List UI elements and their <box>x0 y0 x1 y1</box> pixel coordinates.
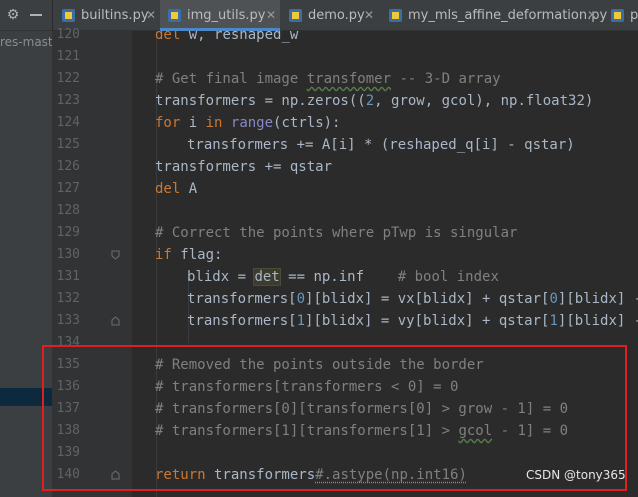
fold-marker-icon[interactable] <box>111 470 120 480</box>
close-icon[interactable]: ✕ <box>146 0 156 31</box>
gear-icon[interactable]: ⚙ <box>4 6 22 24</box>
line-number: 131 <box>56 269 80 284</box>
line-number: 122 <box>56 71 80 86</box>
highlighted-identifier: det <box>253 268 281 286</box>
line-number: 129 <box>56 225 80 240</box>
project-panel: res-mast <box>0 31 53 497</box>
tab-label: builtins.py <box>81 8 149 23</box>
close-icon[interactable]: ✕ <box>587 0 597 31</box>
close-icon[interactable]: ✕ <box>266 0 276 31</box>
fold-marker-icon[interactable] <box>111 250 120 260</box>
python-file-icon <box>62 9 75 22</box>
line-number: 125 <box>56 137 80 152</box>
close-icon[interactable]: ✕ <box>364 0 374 31</box>
python-file-icon <box>289 9 302 22</box>
code-line-140: return transformers#.astype(np.int16) <box>155 467 467 483</box>
line-number: 128 <box>56 203 80 218</box>
code-line-124: for i in range(ctrls): <box>155 115 341 131</box>
line-number: 133 <box>56 313 80 328</box>
code-line-120: del w, reshaped_w <box>155 31 299 43</box>
tab-label: demo.py <box>308 8 365 23</box>
line-number: 127 <box>56 181 80 196</box>
python-file-icon <box>168 9 181 22</box>
line-number: 135 <box>56 357 80 372</box>
line-number: 138 <box>56 423 80 438</box>
code-line-122: # Get final image transfomer -- 3-D arra… <box>155 71 501 87</box>
editor-tab-bar: ⚙ builtins.py ✕ img_utils.py ✕ demo.py ✕… <box>0 0 638 31</box>
code-line-129: # Correct the points where pTwp is singu… <box>155 225 518 241</box>
line-number: 130 <box>56 247 80 262</box>
watermark: CSDN @tony365 <box>526 468 626 482</box>
line-number: 134 <box>56 335 80 350</box>
line-number: 126 <box>56 159 80 174</box>
tab-label: img_utils.py <box>187 8 266 23</box>
code-line-123: transformers = np.zeros((2, grow, gcol),… <box>155 93 594 109</box>
code-line-130: if flag: <box>155 247 223 263</box>
line-number: 132 <box>56 291 80 306</box>
tab-img-utils[interactable]: img_utils.py ✕ <box>160 0 280 31</box>
tab-my-mls-affine-deformation[interactable]: my_mls_affine_deformation.py ✕ <box>381 0 607 31</box>
line-number: 140 <box>56 467 80 482</box>
python-file-icon <box>389 9 402 22</box>
code-line-138: # transformers[1][transformers[1] > gcol… <box>155 423 569 439</box>
project-selected-row[interactable] <box>0 388 52 406</box>
tab-demo[interactable]: demo.py ✕ <box>281 0 381 31</box>
fold-marker-icon[interactable] <box>111 316 120 326</box>
code-editor[interactable]: del w, reshaped_w # Get final image tran… <box>132 31 638 497</box>
project-root-label[interactable]: res-mast <box>0 35 53 49</box>
line-number: 124 <box>56 115 80 130</box>
code-line-135: # Removed the points outside the border <box>155 357 484 373</box>
tab-overflow[interactable]: p <box>603 0 638 31</box>
code-line-126: transformers += qstar <box>155 159 333 175</box>
code-line-132: transformers[0][blidx] = vx[blidx] + qst… <box>187 291 638 307</box>
line-number: 139 <box>56 445 80 460</box>
line-number: 120 <box>56 27 80 42</box>
line-number: 123 <box>56 93 80 108</box>
code-line-125: transformers += A[i] * (reshaped_q[i] - … <box>187 137 575 153</box>
minimize-icon[interactable] <box>30 14 42 16</box>
code-line-131: blidx = det == np.inf # bool index <box>187 268 499 286</box>
line-number: 137 <box>56 401 80 416</box>
code-line-133: transformers[1][blidx] = vy[blidx] + qst… <box>187 313 638 329</box>
code-line-127: del A <box>155 181 198 197</box>
python-file-icon <box>611 9 624 22</box>
code-line-137: # transformers[0][transformers[0] > grow… <box>155 401 569 417</box>
tab-label: p <box>630 8 638 23</box>
tab-label: my_mls_affine_deformation.py <box>408 8 608 23</box>
line-number: 121 <box>56 49 80 64</box>
line-number: 136 <box>56 379 80 394</box>
code-line-136: # transformers[transformers < 0] = 0 <box>155 379 459 395</box>
